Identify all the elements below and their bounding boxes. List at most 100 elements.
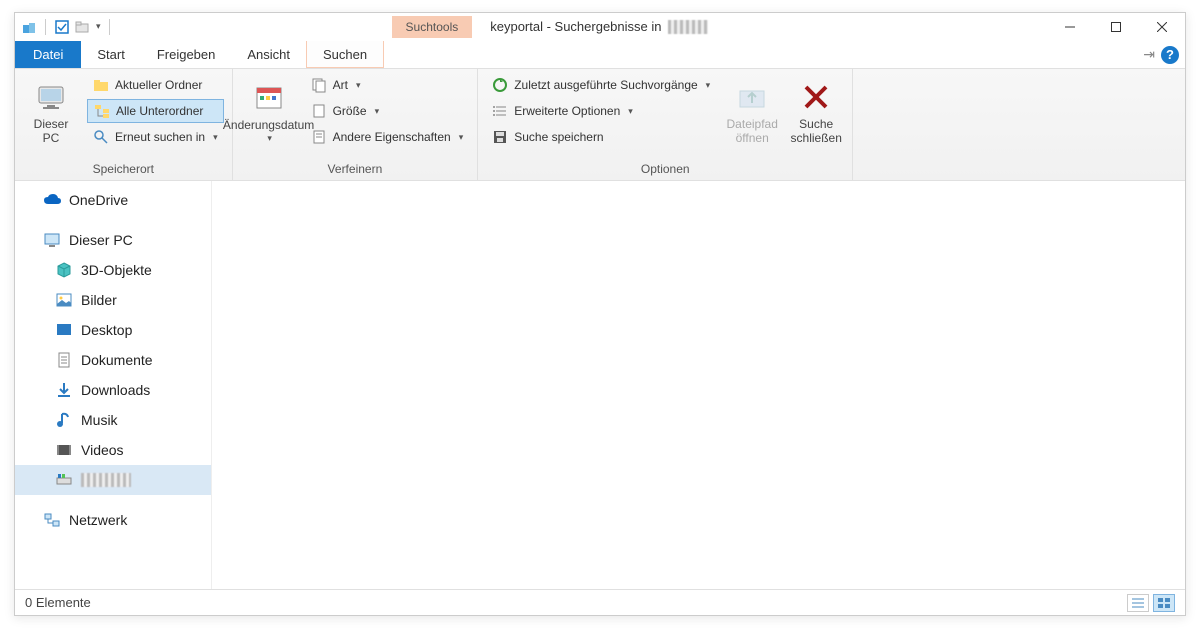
nav-this-pc[interactable]: Dieser PC — [15, 225, 211, 255]
other-props-button[interactable]: Andere Eigenschaften ▾ — [305, 125, 470, 149]
save-icon — [492, 129, 508, 145]
nav-3d-objects[interactable]: 3D-Objekte — [15, 255, 211, 285]
current-folder-button[interactable]: Aktueller Ordner — [87, 73, 224, 97]
titlebar-center: Suchtools keyportal - Suchergebnisse in — [114, 16, 1047, 38]
qat-dropdown-icon[interactable]: ▾ — [96, 21, 101, 32]
title-redacted — [668, 20, 708, 34]
list-icon — [492, 103, 508, 119]
close-search-label: Suche schließen — [791, 117, 842, 146]
tab-start[interactable]: Start — [81, 41, 140, 68]
nav-label: Dokumente — [81, 352, 153, 368]
nav-desktop[interactable]: Desktop — [15, 315, 211, 345]
thumb-view-button[interactable] — [1153, 594, 1175, 612]
save-search-button[interactable]: Suche speichern — [486, 125, 716, 149]
open-file-location-label: Dateipfad öffnen — [727, 117, 778, 146]
all-subfolders-label: Alle Unterordner — [116, 104, 203, 118]
video-icon — [55, 441, 73, 459]
open-file-location-button: Dateipfad öffnen — [724, 73, 780, 153]
properties-shortcut-icon[interactable] — [54, 19, 70, 35]
separator — [45, 19, 46, 35]
new-folder-shortcut-icon[interactable] — [74, 19, 90, 35]
kind-label: Art — [333, 78, 348, 92]
tabs-right: ⇥ ? — [1143, 41, 1185, 68]
titlebar: ▾ Suchtools keyportal - Suchergebnisse i… — [15, 13, 1185, 41]
nav-label: Netzwerk — [69, 512, 127, 528]
details-view-button[interactable] — [1127, 594, 1149, 612]
dropdown-icon: ▾ — [628, 106, 633, 117]
tab-share[interactable]: Freigeben — [141, 41, 232, 68]
document-props-icon — [311, 129, 327, 145]
all-subfolders-button[interactable]: Alle Unterordner — [87, 99, 224, 123]
window-title: keyportal - Suchergebnisse in — [490, 19, 707, 34]
date-modified-label: Änderungsdatum — [223, 118, 314, 132]
music-icon — [55, 411, 73, 429]
nav-onedrive[interactable]: OneDrive — [15, 185, 211, 215]
nav-selected-item[interactable] — [15, 465, 211, 495]
nav-label: Dieser PC — [69, 232, 133, 248]
ribbon-group-options: Zuletzt ausgeführte Suchvorgänge ▾ Erwei… — [478, 69, 853, 180]
search-again-in-button[interactable]: Erneut suchen in ▾ — [87, 125, 224, 149]
size-button[interactable]: Größe ▾ — [305, 99, 470, 123]
view-switcher — [1127, 594, 1175, 612]
dropdown-icon: ▾ — [356, 80, 361, 91]
advanced-options-label: Erweiterte Optionen — [514, 104, 620, 118]
tab-search[interactable]: Suchen — [306, 41, 384, 68]
dropdown-icon: ▾ — [375, 106, 380, 117]
ribbon-group-location: Dieser PC Aktueller Ordner Alle Unterord… — [15, 69, 233, 180]
nav-label: Downloads — [81, 382, 150, 398]
close-button[interactable] — [1139, 13, 1185, 41]
current-folder-label: Aktueller Ordner — [115, 78, 202, 92]
ribbon: Dieser PC Aktueller Ordner Alle Unterord… — [15, 69, 1185, 181]
minimize-button[interactable] — [1047, 13, 1093, 41]
ribbon-tabs: Datei Start Freigeben Ansicht Suchen ⇥ ? — [15, 41, 1185, 69]
recent-searches-button[interactable]: Zuletzt ausgeführte Suchvorgänge ▾ — [486, 73, 716, 97]
minimize-ribbon-icon[interactable]: ⇥ — [1143, 46, 1155, 63]
dropdown-icon: ▾ — [459, 132, 464, 143]
nav-videos[interactable]: Videos — [15, 435, 211, 465]
nav-label: Videos — [81, 442, 124, 458]
calendar-icon — [253, 82, 285, 114]
help-icon[interactable]: ? — [1161, 46, 1179, 64]
content-area[interactable] — [211, 181, 1185, 589]
nav-network[interactable]: Netzwerk — [15, 505, 211, 535]
close-x-icon — [800, 81, 832, 113]
nav-label: Bilder — [81, 292, 117, 308]
nav-documents[interactable]: Dokumente — [15, 345, 211, 375]
nav-pictures[interactable]: Bilder — [15, 285, 211, 315]
this-pc-button[interactable]: Dieser PC — [23, 73, 79, 153]
computer-icon — [35, 81, 67, 113]
window-controls — [1047, 13, 1185, 41]
body: OneDrive Dieser PC 3D-Objekte Bilder Des… — [15, 181, 1185, 589]
drive-icon — [55, 471, 73, 489]
group-refine-label: Verfeinern — [241, 160, 470, 178]
computer-icon — [43, 231, 61, 249]
tab-view[interactable]: Ansicht — [231, 41, 306, 68]
document-icon — [55, 351, 73, 369]
title-text: keyportal - Suchergebnisse in — [490, 19, 661, 34]
dropdown-icon: ▾ — [706, 80, 711, 91]
nav-music[interactable]: Musik — [15, 405, 211, 435]
tab-file[interactable]: Datei — [15, 41, 81, 68]
dropdown-icon: ▾ — [213, 132, 218, 143]
nav-label: Desktop — [81, 322, 132, 338]
ribbon-group-refine: Änderungsdatum ▾ Art ▾ Größe ▾ — [233, 69, 479, 180]
recycle-icon — [492, 77, 508, 93]
desktop-icon — [55, 321, 73, 339]
network-icon — [43, 511, 61, 529]
nav-label: Musik — [81, 412, 118, 428]
group-options-label: Optionen — [486, 160, 844, 178]
item-count: 0 Elemente — [25, 595, 91, 610]
contextual-tab-header: Suchtools — [392, 16, 473, 38]
save-search-label: Suche speichern — [514, 130, 603, 144]
maximize-button[interactable] — [1093, 13, 1139, 41]
picture-icon — [55, 291, 73, 309]
nav-tree[interactable]: OneDrive Dieser PC 3D-Objekte Bilder Des… — [15, 181, 211, 589]
nav-downloads[interactable]: Downloads — [15, 375, 211, 405]
date-modified-button[interactable]: Änderungsdatum ▾ — [241, 73, 297, 153]
kind-button[interactable]: Art ▾ — [305, 73, 470, 97]
size-label: Größe — [333, 104, 367, 118]
advanced-options-button[interactable]: Erweiterte Optionen ▾ — [486, 99, 716, 123]
close-search-button[interactable]: Suche schließen — [788, 73, 844, 153]
document-stack-icon — [311, 77, 327, 93]
explorer-window: ▾ Suchtools keyportal - Suchergebnisse i… — [14, 12, 1186, 616]
